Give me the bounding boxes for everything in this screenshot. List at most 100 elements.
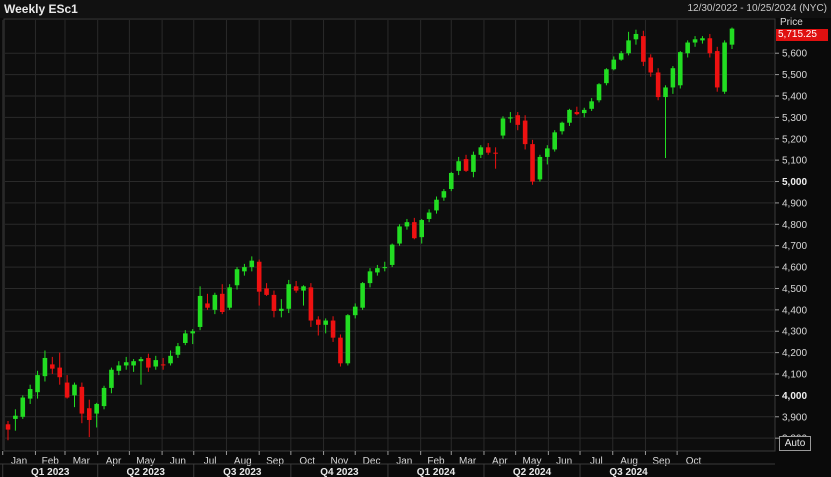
candle (530, 139, 535, 185)
candle-body-down (146, 357, 151, 368)
candle-body-down (308, 287, 314, 321)
candle (722, 40, 727, 94)
candle-body-down (655, 72, 661, 98)
x-quarter-label: Q3 2024 (609, 467, 648, 477)
candle (338, 334, 343, 367)
candle (20, 395, 26, 419)
x-month-label: Aug (620, 456, 638, 467)
chart-area[interactable]: 3,8003,9004,0004,1004,2004,3004,4004,500… (0, 0, 831, 477)
price-axis: 3,8003,9004,0004,1004,2004,3004,4004,500… (775, 49, 807, 445)
candle (552, 130, 557, 152)
candle-body-up (301, 286, 306, 291)
candle-body-down (86, 408, 92, 420)
candle-body-up (722, 42, 727, 92)
y-tick-label: 4,900 (782, 198, 807, 209)
y-tick-label: 5,500 (782, 70, 807, 81)
candle-body-down (648, 57, 654, 73)
y-tick-label: 4,500 (782, 284, 807, 295)
candle (227, 284, 232, 310)
candle-body-up (286, 284, 292, 309)
candle-body-up (581, 109, 587, 114)
x-month-label: Mar (73, 456, 91, 467)
candle-body-up (35, 375, 40, 393)
candle-body-down (64, 382, 70, 398)
x-month-label: May (523, 456, 542, 467)
candle-body-down (485, 147, 491, 153)
candle-body-down (79, 386, 85, 414)
candle (714, 46, 720, 92)
candle-body-up (618, 53, 624, 60)
candle-body-up (72, 384, 77, 396)
candle-body-up (168, 355, 173, 364)
candle-body-down (493, 152, 498, 154)
candle-body-up (434, 199, 439, 211)
candle (448, 171, 454, 192)
candle-body-up (138, 359, 144, 362)
candle-body-down (271, 294, 277, 311)
x-quarter-label: Q3 2023 (223, 467, 262, 477)
candle-body-down (574, 112, 580, 115)
last-price-badge: 5,715.25 (776, 29, 828, 41)
candle-body-up (611, 59, 617, 70)
candle-body-up (20, 397, 26, 417)
candle-body-up (109, 369, 114, 388)
y-tick-label: 4,800 (782, 220, 807, 231)
candle-body-up (131, 361, 136, 366)
x-month-label: Mar (459, 456, 477, 467)
auto-scale-button[interactable]: Auto (779, 436, 811, 451)
y-tick-label: 4,400 (782, 305, 807, 316)
x-month-label: Oct (686, 456, 702, 467)
candle-body-up (559, 122, 565, 132)
x-quarter-label: Q2 2023 (127, 467, 166, 477)
candle-body-up (13, 415, 18, 419)
candle-body-down (714, 51, 720, 88)
x-quarter-label: Q4 2023 (320, 467, 359, 477)
candle-body-up (249, 260, 255, 268)
candle-body-up (234, 269, 240, 286)
candle-body-down (160, 364, 166, 366)
candle-body-down (293, 286, 299, 291)
candle-body-up (456, 161, 461, 171)
candle-body-up (441, 191, 447, 198)
y-tick-label: 4,700 (782, 241, 807, 252)
x-month-label: Jun (170, 456, 186, 467)
candle-body-up (27, 388, 33, 399)
x-month-label: Dec (363, 456, 381, 467)
y-tick-label: 5,600 (782, 49, 807, 60)
y-tick-label: 3,900 (782, 412, 807, 423)
candle-body-down (256, 261, 262, 292)
candle-body-up (626, 40, 631, 54)
candle-body-up (323, 320, 328, 325)
candle-body-down (338, 337, 343, 364)
y-tick-label: 4,100 (782, 370, 807, 381)
candle (500, 116, 506, 139)
candle-body-up (633, 33, 639, 40)
x-month-label: Jun (556, 456, 572, 467)
candle-body-up (375, 268, 380, 273)
candle-body-up (685, 42, 690, 54)
x-month-label: Nov (330, 456, 348, 467)
candle (286, 279, 292, 314)
candle-body-up (500, 118, 506, 136)
candle-body-down (219, 293, 225, 312)
y-tick-label: 5,200 (782, 134, 807, 145)
candle-body-up (153, 360, 159, 367)
candle-body-down (50, 364, 55, 369)
candle-body-up (382, 267, 388, 269)
candle (397, 224, 402, 246)
candle-body-down (412, 222, 417, 239)
y-tick-label: 4,300 (782, 327, 807, 338)
x-quarter-label: Q1 2023 (31, 467, 70, 477)
candle (345, 314, 351, 366)
y-tick-label: 5,100 (782, 156, 807, 167)
candle (655, 68, 661, 101)
candle (389, 243, 395, 268)
x-month-label: May (136, 456, 155, 467)
candle-body-up (101, 387, 107, 407)
candle-body-up (345, 315, 351, 364)
y-tick-label: 4,200 (782, 348, 807, 359)
x-month-label: Feb (427, 456, 445, 467)
x-month-label: Feb (42, 456, 60, 467)
candle-body-down (530, 144, 535, 182)
candle (101, 385, 107, 410)
